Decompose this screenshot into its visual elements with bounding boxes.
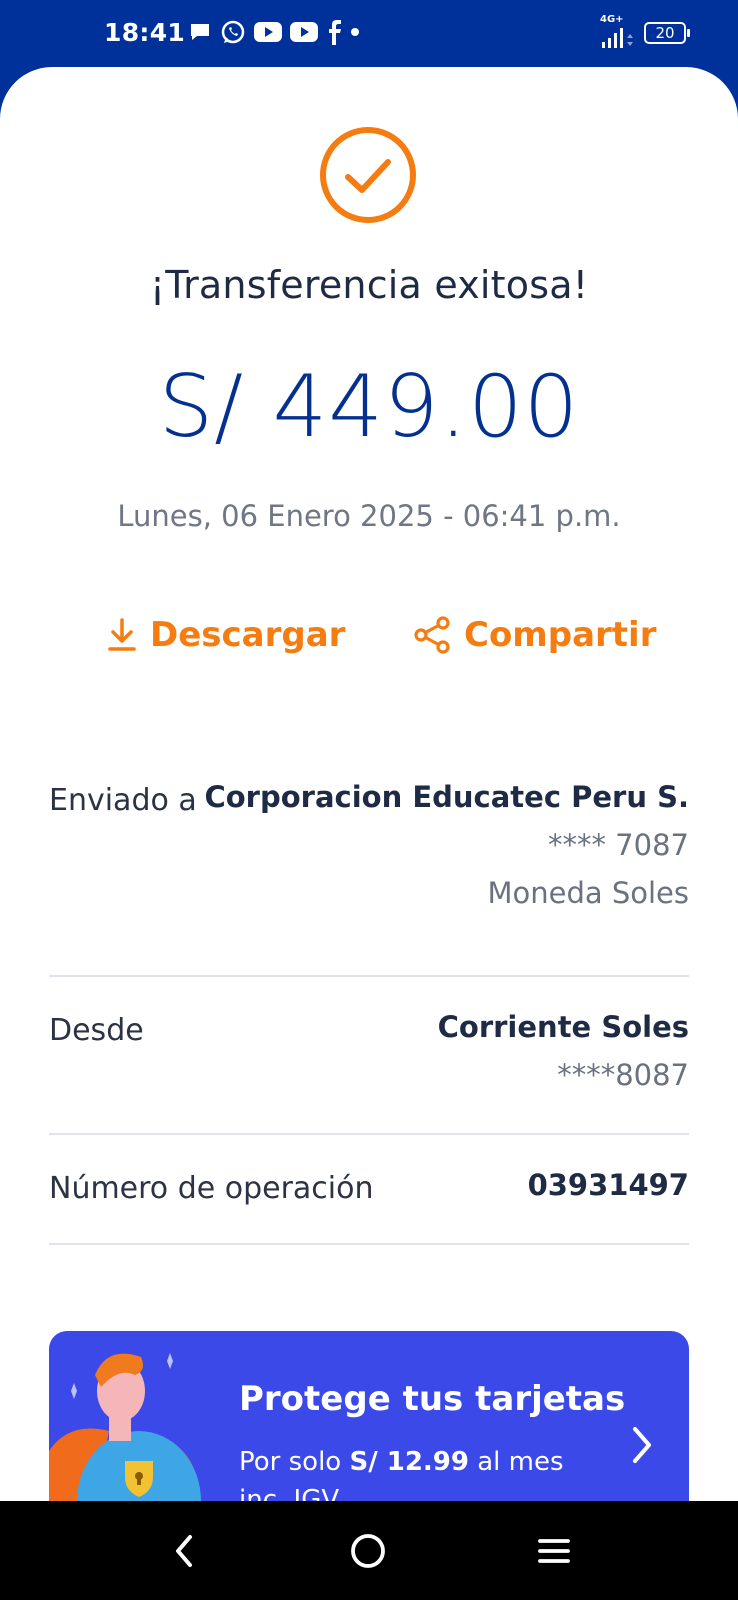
youtube-icon bbox=[254, 22, 282, 42]
from-values: Corriente Soles ****8087 bbox=[49, 977, 689, 1099]
detail-row-from: Desde Corriente Soles ****8087 bbox=[49, 977, 689, 1135]
battery-icon: 20 bbox=[644, 22, 690, 44]
back-button[interactable] bbox=[160, 1527, 208, 1575]
promo-sub-prefix: Por solo bbox=[239, 1447, 342, 1477]
chat-icon bbox=[191, 24, 209, 40]
status-time: 18:41 bbox=[104, 18, 186, 47]
signal-icon: 4G+ bbox=[600, 14, 634, 50]
share-button[interactable]: Compartir bbox=[412, 615, 656, 655]
recents-button[interactable] bbox=[530, 1527, 578, 1575]
facebook-icon bbox=[329, 20, 341, 45]
download-label: Descargar bbox=[150, 615, 346, 655]
source-account-number: ****8087 bbox=[557, 1058, 689, 1092]
success-check-icon bbox=[320, 127, 416, 223]
menu-icon bbox=[538, 1539, 570, 1563]
promo-sub-line2: inc. IGV bbox=[239, 1485, 340, 1501]
system-icons: 4G+ 20 bbox=[600, 14, 690, 50]
detail-row-sent-to: Enviado a Corporacion Educatec Peru S. *… bbox=[49, 773, 689, 977]
promo-price: S/ 12.99 bbox=[349, 1447, 469, 1477]
back-icon bbox=[176, 1535, 192, 1567]
transfer-amount: S/ 449.00 bbox=[158, 357, 580, 457]
source-account-name: Corriente Soles bbox=[437, 1010, 689, 1044]
protect-cards-banner[interactable]: Protege tus tarjetas Por solo S/ 12.99 a… bbox=[49, 1331, 689, 1501]
chevron-right-icon bbox=[633, 1427, 651, 1463]
promo-sub-suffix: al mes bbox=[477, 1447, 564, 1477]
share-label: Compartir bbox=[464, 615, 657, 655]
receipt-actions: Descargar Compartir bbox=[0, 615, 738, 665]
notification-icons bbox=[188, 19, 360, 45]
download-icon bbox=[108, 618, 136, 651]
recipient-account: **** 7087 bbox=[547, 828, 689, 862]
sent-to-label: Enviado a bbox=[49, 783, 197, 818]
receipt-card: ¡Transferencia exitosa! S/ 449.00 Lunes,… bbox=[0, 67, 738, 1501]
detail-row-operation: Número de operación 03931497 bbox=[49, 1135, 689, 1245]
promo-subtitle: Por solo S/ 12.99 al mes inc. IGV bbox=[239, 1443, 569, 1501]
status-bar: 18:41 4G+ 20 bbox=[0, 0, 738, 70]
transfer-details: Enviado a Corporacion Educatec Peru S. *… bbox=[49, 773, 689, 1245]
recipient-currency: Moneda Soles bbox=[487, 876, 689, 910]
download-button[interactable]: Descargar bbox=[106, 615, 345, 655]
home-button[interactable] bbox=[344, 1527, 392, 1575]
whatsapp-icon bbox=[221, 20, 245, 44]
success-title: ¡Transferencia exitosa! bbox=[149, 263, 589, 307]
promo-title: Protege tus tarjetas bbox=[239, 1379, 626, 1419]
transfer-datetime: Lunes, 06 Enero 2025 - 06:41 p.m. bbox=[117, 499, 621, 533]
share-icon bbox=[414, 616, 450, 654]
dot-icon bbox=[351, 28, 359, 36]
home-icon bbox=[351, 1534, 385, 1568]
youtube-icon bbox=[290, 22, 318, 42]
operation-label: Número de operación bbox=[49, 1171, 374, 1206]
superhero-illustration bbox=[49, 1353, 201, 1501]
system-nav-bar bbox=[0, 1501, 738, 1600]
battery-level: 20 bbox=[655, 24, 675, 42]
from-label: Desde bbox=[49, 1013, 144, 1048]
